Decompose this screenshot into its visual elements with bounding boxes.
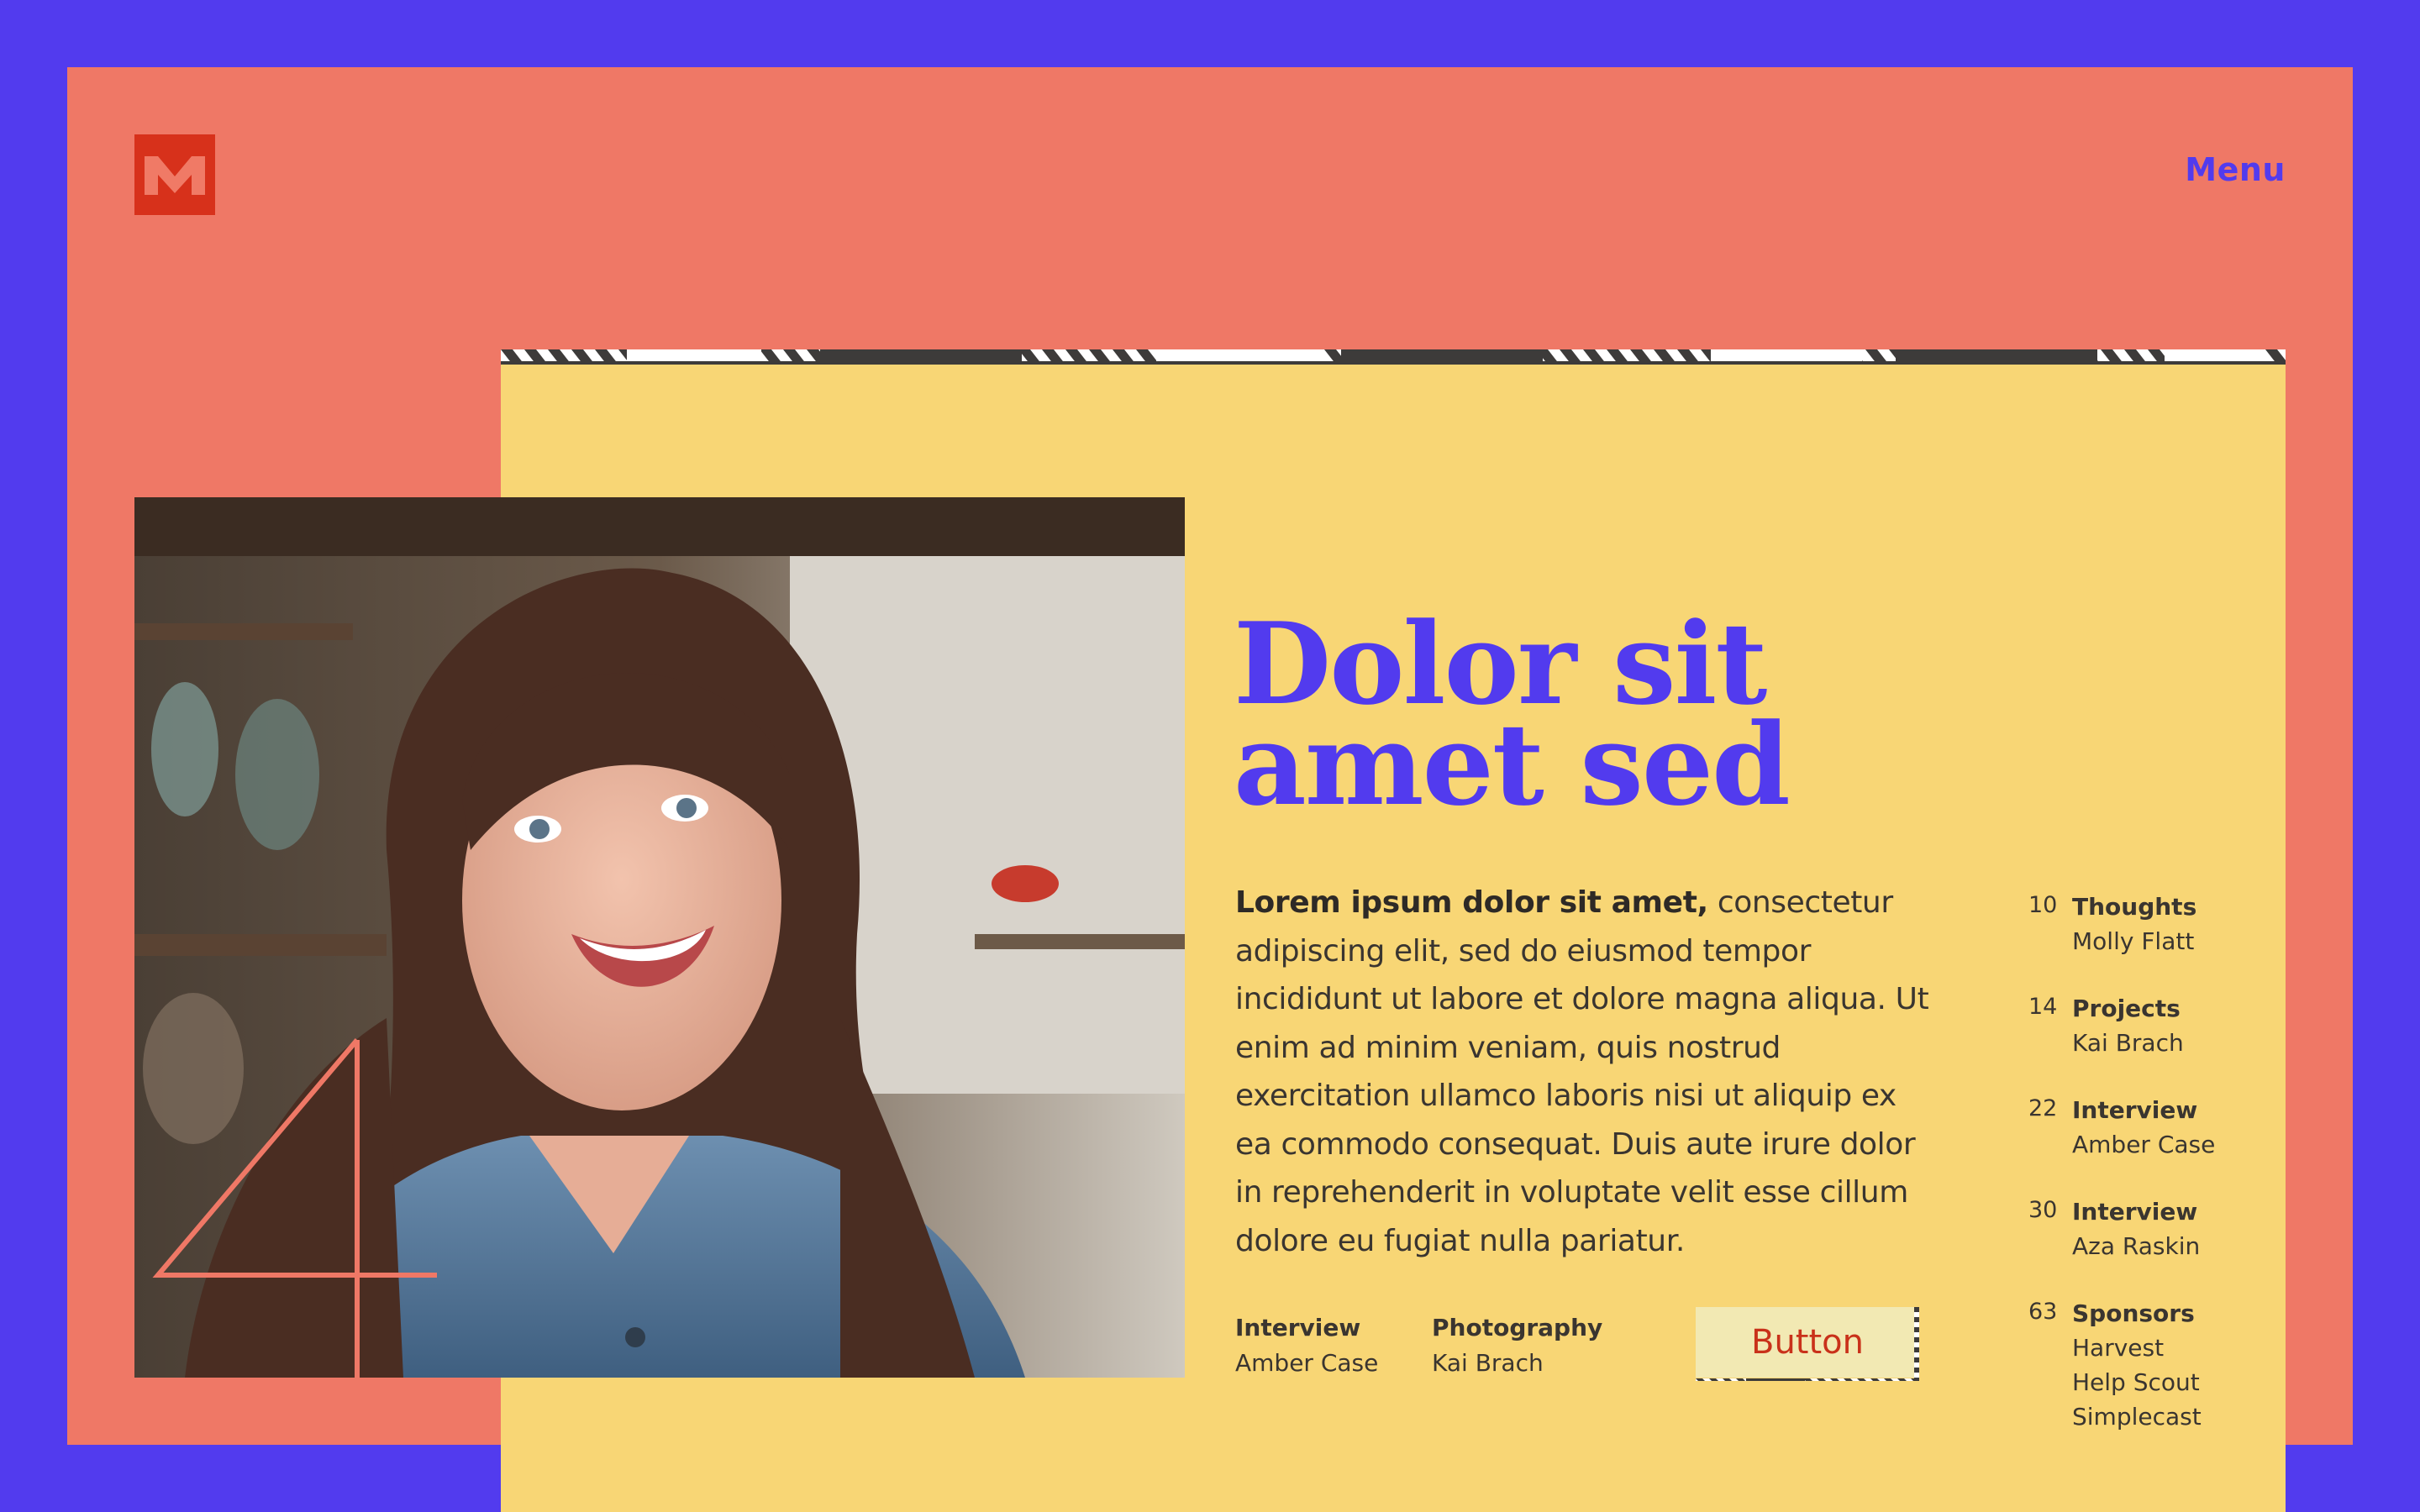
logo[interactable]	[134, 134, 215, 215]
toc-item-interview-amber[interactable]: 22 Interview Amber Case	[2017, 1094, 2269, 1162]
toc-page-number: 14	[2028, 994, 2058, 1020]
intro-paragraph: Lorem ipsum dolor sit amet, consectetur …	[1235, 879, 1933, 1265]
toc-item-sponsors[interactable]: 63 Sponsors Harvest Help Scout Simplecas…	[2017, 1297, 2269, 1434]
toc-sponsor: Harvest	[2072, 1334, 2165, 1362]
toc-sponsor: Simplecast	[2072, 1403, 2202, 1431]
toc-sponsor: Help Scout	[2072, 1368, 2200, 1396]
credit-photography: Photography Kai Brach	[1432, 1310, 1602, 1381]
toc-page-number: 63	[2028, 1299, 2058, 1325]
toc-page-number: 22	[2028, 1095, 2058, 1121]
credit-role: Interview	[1235, 1314, 1361, 1341]
button-zigzag-edge	[1696, 1374, 1919, 1381]
headline: Dolor sit amet sed	[1234, 607, 1791, 831]
toc-title: Interview	[2072, 1096, 2198, 1124]
toc-title: Projects	[2072, 995, 2181, 1022]
toc-author: Kai Brach	[2072, 1029, 2184, 1057]
intro-lead: Lorem ipsum dolor sit amet,	[1235, 885, 1708, 920]
toc-author: Amber Case	[2072, 1131, 2216, 1158]
credit-interview: Interview Amber Case	[1235, 1310, 1378, 1381]
toc-item-projects[interactable]: 14 Projects Kai Brach	[2017, 992, 2269, 1060]
credit-person: Amber Case	[1235, 1349, 1379, 1377]
headline-line-2: amet sed	[1234, 698, 1791, 831]
toc-item-interview-aza[interactable]: 30 Interview Aza Raskin	[2017, 1195, 2269, 1263]
toc-author: Molly Flatt	[2072, 927, 2195, 955]
toc-item-thoughts[interactable]: 10 Thoughts Molly Flatt	[2017, 890, 2269, 958]
toc-title: Sponsors	[2072, 1299, 2195, 1327]
toc-page-number: 10	[2028, 892, 2058, 918]
intro-rest: consectetur adipiscing elit, sed do eius…	[1235, 885, 1929, 1258]
button-zigzag-edge-right	[1914, 1307, 1919, 1381]
credit-role: Photography	[1432, 1314, 1603, 1341]
cta-button[interactable]: Button	[1696, 1307, 1919, 1378]
toc-author: Aza Raskin	[2072, 1232, 2201, 1260]
credit-person: Kai Brach	[1432, 1349, 1544, 1377]
toc-title: Interview	[2072, 1198, 2198, 1226]
table-of-contents: 10 Thoughts Molly Flatt 14 Projects Kai …	[2017, 890, 2269, 1467]
zigzag-border	[501, 349, 2286, 365]
portrait-photo	[134, 497, 1185, 1378]
logo-m-icon	[145, 156, 205, 195]
toc-title: Thoughts	[2072, 893, 2197, 921]
page: Menu Dolor sit amet sed Lorem ipsum dolo…	[0, 0, 2420, 1512]
menu-link[interactable]: Menu	[2185, 151, 2286, 188]
toc-page-number: 30	[2028, 1197, 2058, 1223]
